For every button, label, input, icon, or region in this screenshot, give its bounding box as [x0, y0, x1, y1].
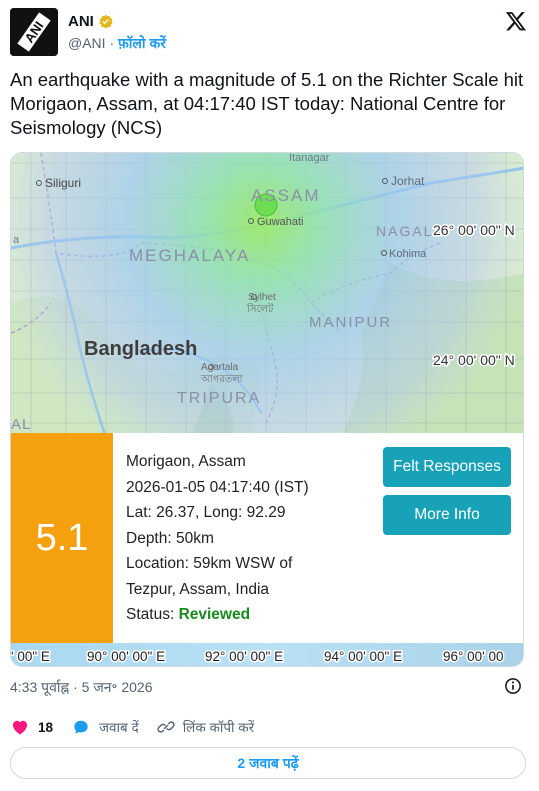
author-handle[interactable]: @ANI — [68, 35, 106, 51]
map-label-sylhet-local: সিলেট — [246, 302, 274, 315]
quake-status: Status: Reviewed — [126, 602, 309, 628]
follow-button[interactable]: फ़ॉलो करें — [118, 35, 166, 51]
map-label-kohima: Kohima — [389, 248, 427, 260]
tweet-actions: 18 जवाब दें लिंक कॉपी करें — [10, 715, 272, 739]
heart-icon[interactable] — [10, 717, 30, 737]
tweet-timestamp[interactable]: 4:33 पूर्वाह्न · 5 जन॰ 2026 — [10, 678, 152, 697]
status-value: Reviewed — [178, 606, 251, 623]
avatar[interactable]: ANI — [10, 8, 58, 56]
quake-depth: Depth: 50km — [126, 529, 214, 547]
map-label-manipur: MANIPUR — [309, 314, 392, 331]
status-label: Status: — [126, 606, 179, 623]
copy-link-action[interactable]: लिंक कॉपी करें — [157, 718, 254, 736]
verified-badge-icon — [99, 14, 113, 29]
lon-label-92: 92° 00' 00" E — [205, 649, 283, 664]
earthquake-card[interactable]: Siliguri Itanagar Jorhat ASSAM Guwahati … — [10, 152, 524, 667]
link-icon[interactable] — [157, 718, 175, 736]
felt-responses-button[interactable]: Felt Responses — [383, 447, 511, 487]
reply-label: जवाब दें — [99, 720, 139, 735]
tweet-header: ANI ANI @ANI · फ़ॉलो करें — [10, 8, 529, 56]
map-label-itanagar: Itanagar — [289, 153, 330, 164]
map-label-meghalaya: MEGHALAYA — [129, 246, 250, 265]
author-name[interactable]: ANI — [68, 13, 94, 30]
like-action[interactable]: 18 — [10, 717, 53, 737]
x-logo-icon[interactable] — [505, 10, 527, 32]
tweet-text: An earthquake with a magnitude of 5.1 on… — [10, 69, 524, 138]
magnitude-value: 5.1 — [35, 516, 89, 559]
map-label-jorhat: Jorhat — [391, 174, 425, 188]
info-icon[interactable] — [504, 677, 522, 695]
quake-latlong: Lat: 26.37, Long: 92.29 — [126, 504, 286, 521]
epicenter-map[interactable]: Siliguri Itanagar Jorhat ASSAM Guwahati … — [11, 153, 524, 438]
map-label-sylhet: Sylhet — [248, 292, 276, 303]
quake-details: Morigaon, Assam 2026-01-05 04:17:40 (IST… — [126, 449, 309, 628]
quake-location-line1: Location: 59km WSW of — [126, 555, 293, 572]
map-label-bangladesh: Bangladesh — [84, 338, 197, 360]
lon-label-90: 90° 00' 00" E — [87, 649, 165, 664]
magnitude-box: 5.1 — [11, 433, 113, 643]
lon-label-94: 94° 00' 00" E — [324, 649, 402, 664]
more-info-button[interactable]: More Info — [383, 495, 511, 535]
map-label-tripura: TRIPURA — [177, 390, 261, 407]
map-label-guwahati: Guwahati — [257, 216, 303, 228]
handle-separator: · — [105, 35, 119, 51]
reply-action[interactable]: जवाब दें — [71, 717, 139, 737]
read-replies-button[interactable]: 2 जवाब पढ़ें — [10, 747, 526, 779]
copy-link-label: लिंक कॉपी करें — [182, 720, 255, 735]
map-label-agartala-local: আগরতলা — [200, 374, 244, 385]
like-count: 18 — [38, 719, 54, 735]
quake-place: Morigaon, Assam — [126, 453, 246, 470]
map-label-siliguri: Siliguri — [45, 176, 81, 190]
map-label-agartala: Agartala — [201, 362, 239, 373]
lon-label-96: 96° 00' 00 — [443, 649, 504, 664]
map-label-bengal: AL — [11, 416, 31, 433]
longitude-axis-strip: ' 00" E 90° 00' 00" E 92° 00' 00" E 94° … — [11, 643, 523, 666]
map-label-assam: ASSAM — [251, 186, 321, 205]
lat-label-24: 24° 00' 00" N — [433, 352, 515, 368]
quake-datetime: 2026-01-05 04:17:40 (IST) — [126, 478, 309, 496]
quake-location-line2: Tezpur, Assam, India — [126, 580, 270, 598]
map-label-left-edge: a — [13, 234, 20, 246]
quake-info-panel: 5.1 Morigaon, Assam 2026-01-05 04:17:40 … — [11, 433, 523, 643]
lat-label-26: 26° 00' 00" N — [433, 222, 515, 238]
lon-label-88: ' 00" E — [11, 649, 50, 664]
comment-bubble-icon[interactable] — [71, 717, 91, 737]
